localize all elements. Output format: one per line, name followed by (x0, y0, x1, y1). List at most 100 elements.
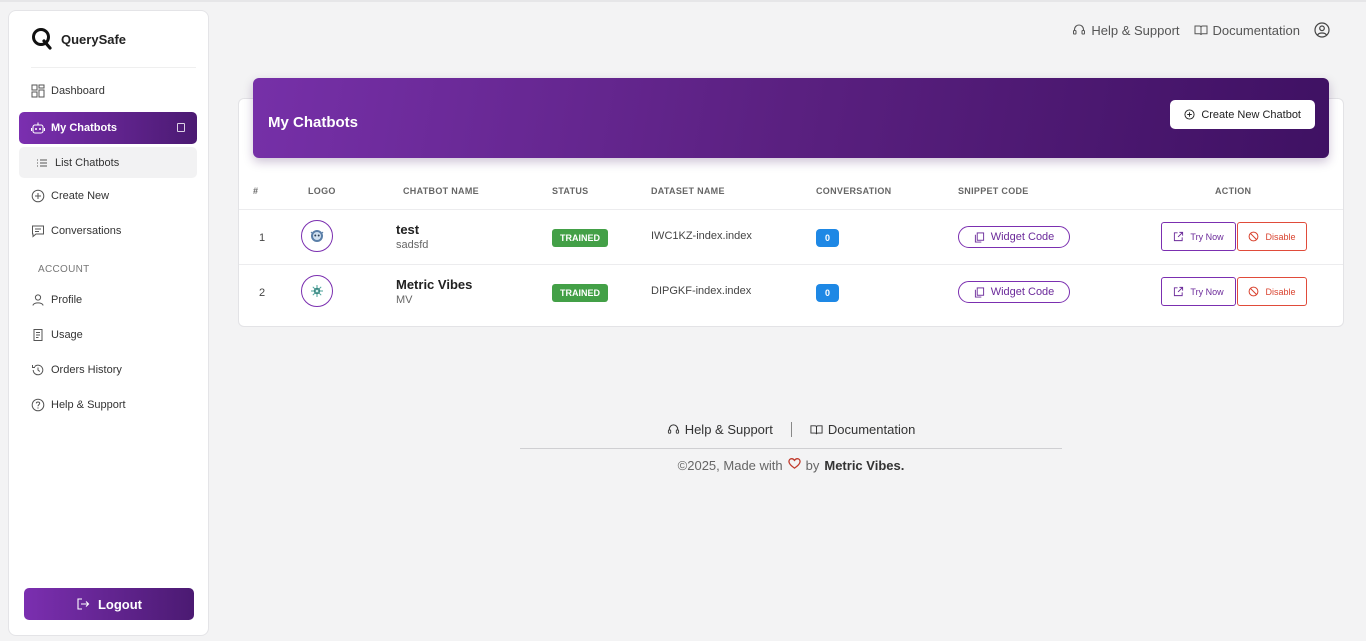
plus-circle-icon (1184, 109, 1195, 120)
column-header-index: # (253, 186, 259, 196)
disable-button[interactable]: Disable (1237, 277, 1307, 306)
dataset-name: DIPGKF-index.index (651, 285, 752, 297)
chatbot-name: Metric Vibes (396, 277, 473, 292)
copy-icon (974, 286, 984, 298)
page-header-banner: My Chatbots Create New Chatbot (253, 78, 1329, 158)
sidebar-item-dashboard[interactable]: Dashboard (19, 75, 197, 107)
querysafe-logo-icon (32, 28, 52, 50)
footer-links: Help & Support Documentation (520, 422, 1062, 437)
book-icon (810, 425, 823, 435)
divider (31, 67, 196, 68)
user-circle-icon (1314, 22, 1330, 38)
external-link-icon (1174, 231, 1184, 242)
divider (790, 422, 792, 437)
brand[interactable]: QuerySafe (31, 27, 126, 51)
sidebar-item-create-new[interactable]: Create New (19, 180, 197, 212)
sidebar-item-label: Create New (51, 190, 110, 202)
disable-label: Disable (1265, 286, 1296, 297)
plus-circle-icon (31, 189, 45, 203)
footer-documentation-link[interactable]: Documentation (810, 422, 915, 437)
chatbot-logo (301, 220, 333, 252)
widget-code-label: Widget Code (990, 231, 1055, 243)
headset-icon (1073, 24, 1086, 35)
chatbot-description: MV (396, 294, 413, 306)
sidebar-item-label: Conversations (51, 225, 122, 237)
sidebar-item-my-chatbots[interactable]: My Chatbots (19, 112, 197, 144)
chatbot-description: sadsfd (396, 239, 429, 251)
widget-code-label: Widget Code (990, 286, 1055, 298)
column-header-action: ACTION (1215, 186, 1252, 196)
status-badge: TRAINED (552, 284, 608, 302)
copyright-text: ©2025, Made with (677, 457, 783, 473)
bot-avatar-icon (310, 230, 324, 242)
sidebar-item-usage[interactable]: Usage (19, 319, 197, 351)
column-header-conversation: CONVERSATION (816, 186, 892, 196)
documentation-label: Documentation (1212, 22, 1300, 38)
row-index: 2 (259, 287, 266, 299)
chat-icon (32, 225, 44, 238)
sidebar-item-profile[interactable]: Profile (19, 284, 197, 316)
copyright-by: by (805, 457, 820, 473)
create-new-chatbot-label: Create New Chatbot (1201, 108, 1301, 121)
copyright-brand-link[interactable]: Metric Vibes. (824, 458, 904, 473)
footer-copyright: ©2025, Made with by Metric Vibes. (520, 457, 1062, 473)
try-now-label: Try Now (1190, 286, 1224, 297)
ban-icon (1249, 286, 1259, 297)
sidebar-item-label: Orders History (51, 364, 122, 376)
divider (239, 209, 1343, 210)
footer-help-support-link[interactable]: Help & Support (667, 422, 773, 437)
robot-icon (31, 122, 45, 134)
widget-code-button[interactable]: Widget Code (958, 226, 1070, 248)
history-icon (32, 364, 44, 376)
column-header-status: STATUS (552, 186, 589, 196)
receipt-icon (33, 329, 43, 341)
sidebar-item-help-support[interactable]: Help & Support (19, 389, 197, 421)
sidebar-item-list-chatbots[interactable]: List Chatbots (19, 147, 197, 178)
sidebar-item-label: Usage (51, 329, 83, 341)
column-header-snippet-code: SNIPPET CODE (958, 186, 1029, 196)
brand-name: QuerySafe (61, 31, 127, 47)
chatbot-logo (301, 275, 333, 307)
sidebar-item-conversations[interactable]: Conversations (19, 215, 197, 247)
divider (239, 264, 1343, 265)
heart-icon (787, 457, 801, 473)
external-link-icon (1174, 286, 1184, 297)
bot-avatar-icon (311, 285, 323, 297)
help-support-label: Help & Support (1091, 22, 1180, 38)
sidebar: QuerySafe Dashboard My Chatbots List Cha… (8, 10, 209, 636)
try-now-button[interactable]: Try Now (1161, 277, 1236, 306)
page-title: My Chatbots (268, 114, 358, 131)
sidebar-item-orders-history[interactable]: Orders History (19, 354, 197, 386)
logout-button[interactable]: Logout (24, 588, 194, 620)
user-menu[interactable] (1314, 22, 1330, 38)
sidebar-item-label: List Chatbots (55, 156, 120, 169)
ban-icon (1249, 231, 1259, 242)
conversation-count-badge: 0 (816, 229, 839, 247)
footer-documentation-label: Documentation (827, 422, 916, 437)
grid-icon (31, 84, 45, 98)
headset-icon (667, 424, 679, 434)
column-header-dataset-name: DATASET NAME (651, 186, 725, 196)
try-now-label: Try Now (1190, 231, 1224, 242)
row-index: 1 (259, 232, 266, 244)
column-header-logo: LOGO (308, 186, 336, 196)
try-now-button[interactable]: Try Now (1161, 222, 1236, 251)
logout-icon (77, 598, 90, 610)
footer-help-support-label: Help & Support (684, 422, 773, 437)
disable-button[interactable]: Disable (1237, 222, 1307, 251)
footer-divider (520, 448, 1062, 449)
copy-icon (974, 231, 984, 243)
documentation-link[interactable]: Documentation (1194, 23, 1300, 38)
create-new-chatbot-button[interactable]: Create New Chatbot (1170, 100, 1315, 129)
dataset-name: IWC1KZ-index.index (651, 230, 752, 242)
column-header-chatbot-name: CHATBOT NAME (403, 186, 479, 196)
help-support-link[interactable]: Help & Support (1072, 22, 1180, 38)
book-icon (1194, 25, 1208, 36)
conversation-count-badge: 0 (816, 284, 839, 302)
top-links: Help & Support Documentation (1072, 22, 1330, 38)
chatbot-name: test (396, 222, 420, 237)
sidebar-item-label: My Chatbots (51, 122, 117, 134)
status-badge: TRAINED (552, 229, 608, 247)
section-label-account: ACCOUNT (38, 264, 90, 275)
widget-code-button[interactable]: Widget Code (958, 281, 1070, 303)
